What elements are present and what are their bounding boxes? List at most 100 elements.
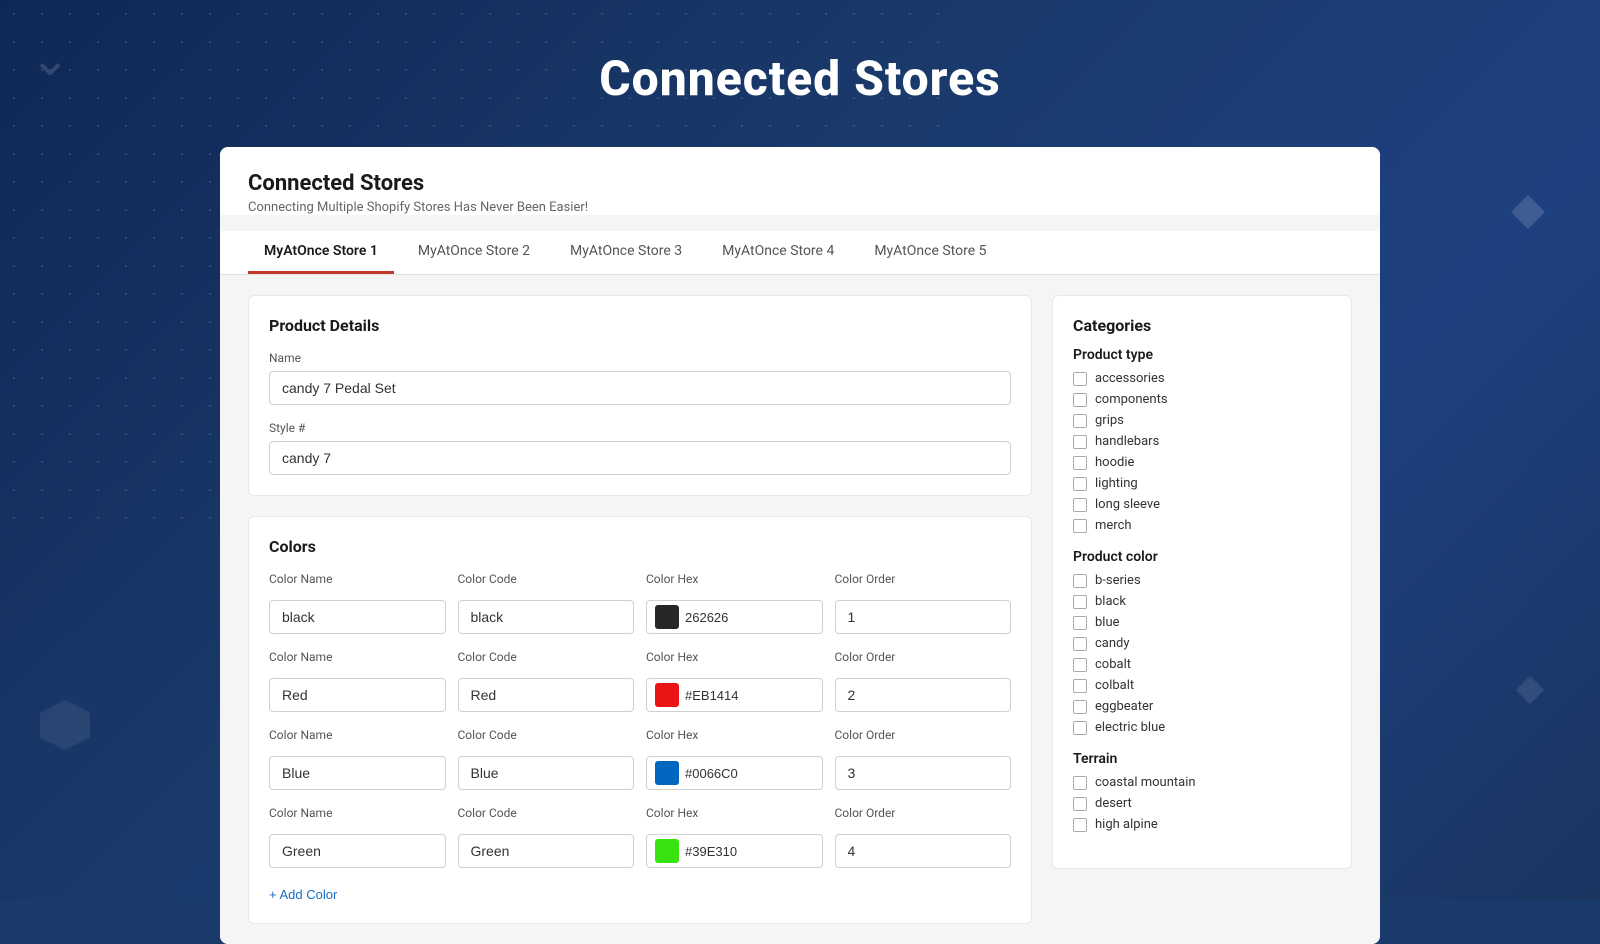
color-hex-input[interactable] bbox=[685, 844, 814, 859]
tab-store-2[interactable]: MyAtOnce Store 2 bbox=[402, 231, 546, 274]
category-checkbox[interactable] bbox=[1073, 393, 1087, 407]
category-checkbox[interactable] bbox=[1073, 595, 1087, 609]
color-order-input[interactable] bbox=[835, 834, 1012, 868]
color-hex-field bbox=[646, 756, 823, 790]
color-hex-field bbox=[646, 600, 823, 634]
category-checkbox[interactable] bbox=[1073, 797, 1087, 811]
category-checkbox[interactable] bbox=[1073, 776, 1087, 790]
category-item: coastal mountain bbox=[1073, 775, 1331, 790]
color-header-color_code-row2: Color Code bbox=[458, 728, 635, 742]
color-header-color_name-row1: Color Name bbox=[269, 650, 446, 664]
color-name-input[interactable] bbox=[269, 756, 446, 790]
category-item: merch bbox=[1073, 518, 1331, 533]
colors-title: Colors bbox=[269, 537, 1011, 556]
category-label: merch bbox=[1095, 518, 1132, 533]
category-item: electric blue bbox=[1073, 720, 1331, 735]
main-card: Connected Stores Connecting Multiple Sho… bbox=[220, 147, 1380, 944]
color-order-input[interactable] bbox=[835, 756, 1012, 790]
category-label: black bbox=[1095, 594, 1126, 609]
category-item: grips bbox=[1073, 413, 1331, 428]
color-hex-input[interactable] bbox=[685, 688, 814, 703]
product-name-input[interactable] bbox=[269, 371, 1011, 405]
category-group-title: Product color bbox=[1073, 549, 1331, 565]
category-label: coastal mountain bbox=[1095, 775, 1196, 790]
bg-diamond2-icon bbox=[1516, 676, 1544, 704]
category-checkbox[interactable] bbox=[1073, 519, 1087, 533]
color-column-headers: Color NameColor CodeColor HexColor Order bbox=[269, 572, 1011, 592]
color-column-headers-repeat: Color NameColor CodeColor HexColor Order bbox=[269, 806, 1011, 826]
color-code-input[interactable] bbox=[458, 600, 635, 634]
color-hex-input[interactable] bbox=[685, 610, 814, 625]
category-item: candy bbox=[1073, 636, 1331, 651]
card-header: Connected Stores Connecting Multiple Sho… bbox=[220, 147, 1380, 215]
category-item: hoodie bbox=[1073, 455, 1331, 470]
category-item: b-series bbox=[1073, 573, 1331, 588]
category-item: long sleeve bbox=[1073, 497, 1331, 512]
category-checkbox[interactable] bbox=[1073, 818, 1087, 832]
category-label: electric blue bbox=[1095, 720, 1165, 735]
page-title: Connected Stores bbox=[0, 50, 1600, 107]
bg-hexagon-icon bbox=[40, 700, 90, 750]
color-header-color_code-row1: Color Code bbox=[458, 650, 635, 664]
color-name-input[interactable] bbox=[269, 600, 446, 634]
category-checkbox[interactable] bbox=[1073, 456, 1087, 470]
category-group-0: Product typeaccessoriescomponentsgripsha… bbox=[1073, 347, 1331, 533]
color-hex-input[interactable] bbox=[685, 766, 814, 781]
color-data-row bbox=[269, 834, 1011, 868]
color-swatch bbox=[655, 839, 679, 863]
color-header-color_name-row3: Color Name bbox=[269, 806, 446, 820]
color-code-input[interactable] bbox=[458, 756, 635, 790]
category-checkbox[interactable] bbox=[1073, 637, 1087, 651]
color-rows-container: Color NameColor CodeColor HexColor Order… bbox=[269, 572, 1011, 868]
category-item: eggbeater bbox=[1073, 699, 1331, 714]
category-label: colbalt bbox=[1095, 678, 1134, 693]
category-item: black bbox=[1073, 594, 1331, 609]
name-label: Name bbox=[269, 351, 1011, 365]
category-checkbox[interactable] bbox=[1073, 435, 1087, 449]
categories-container: Product typeaccessoriescomponentsgripsha… bbox=[1073, 347, 1331, 832]
category-checkbox[interactable] bbox=[1073, 700, 1087, 714]
category-label: handlebars bbox=[1095, 434, 1159, 449]
category-item: high alpine bbox=[1073, 817, 1331, 832]
categories-card: Categories Product typeaccessoriescompon… bbox=[1052, 295, 1352, 869]
category-checkbox[interactable] bbox=[1073, 414, 1087, 428]
color-order-input[interactable] bbox=[835, 678, 1012, 712]
left-panel: Product Details Name Style # Colors Colo… bbox=[248, 295, 1032, 924]
category-checkbox[interactable] bbox=[1073, 679, 1087, 693]
category-label: lighting bbox=[1095, 476, 1138, 491]
colors-card: Colors Color NameColor CodeColor HexColo… bbox=[248, 516, 1032, 924]
color-hex-field bbox=[646, 834, 823, 868]
category-checkbox[interactable] bbox=[1073, 372, 1087, 386]
color-header-color_hex-row2: Color Hex bbox=[646, 728, 823, 742]
color-name-input[interactable] bbox=[269, 678, 446, 712]
category-checkbox[interactable] bbox=[1073, 721, 1087, 735]
category-checkbox[interactable] bbox=[1073, 477, 1087, 491]
color-code-input[interactable] bbox=[458, 834, 635, 868]
color-code-input[interactable] bbox=[458, 678, 635, 712]
color-header-color_order-row3: Color Order bbox=[835, 806, 1012, 820]
category-checkbox[interactable] bbox=[1073, 574, 1087, 588]
category-label: candy bbox=[1095, 636, 1130, 651]
color-header-color_name-row2: Color Name bbox=[269, 728, 446, 742]
tab-store-1[interactable]: MyAtOnce Store 1 bbox=[248, 231, 394, 274]
tab-store-4[interactable]: MyAtOnce Store 4 bbox=[706, 231, 850, 274]
category-checkbox[interactable] bbox=[1073, 498, 1087, 512]
category-label: components bbox=[1095, 392, 1168, 407]
tab-store-3[interactable]: MyAtOnce Store 3 bbox=[554, 231, 698, 274]
category-label: desert bbox=[1095, 796, 1132, 811]
tab-store-5[interactable]: MyAtOnce Store 5 bbox=[858, 231, 1002, 274]
color-order-input[interactable] bbox=[835, 600, 1012, 634]
color-header-color_code: Color Code bbox=[458, 572, 635, 586]
product-style-input[interactable] bbox=[269, 441, 1011, 475]
category-checkbox[interactable] bbox=[1073, 616, 1087, 630]
category-group-1: Product colorb-seriesblackbluecandycobal… bbox=[1073, 549, 1331, 735]
category-item: accessories bbox=[1073, 371, 1331, 386]
color-name-input[interactable] bbox=[269, 834, 446, 868]
color-swatch bbox=[655, 683, 679, 707]
product-details-card: Product Details Name Style # bbox=[248, 295, 1032, 496]
color-header-color_order-row1: Color Order bbox=[835, 650, 1012, 664]
category-checkbox[interactable] bbox=[1073, 658, 1087, 672]
category-item: desert bbox=[1073, 796, 1331, 811]
color-hex-field bbox=[646, 678, 823, 712]
category-label: high alpine bbox=[1095, 817, 1158, 832]
